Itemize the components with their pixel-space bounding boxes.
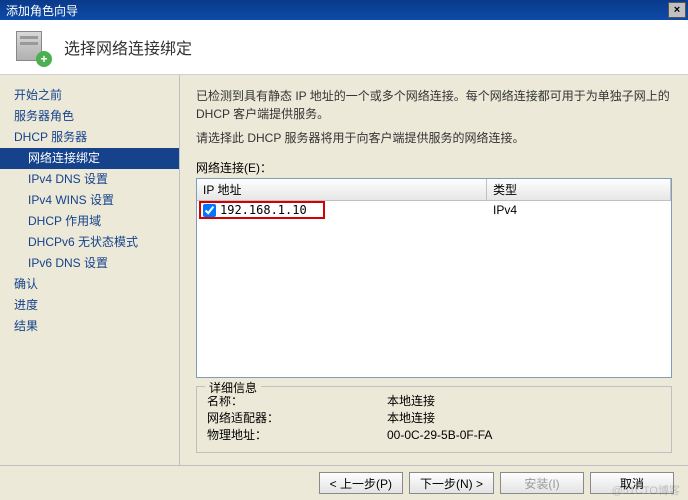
sidebar-item-11[interactable]: 结果 [0,316,179,337]
connections-grid: IP 地址 类型 192.168.1.10IPv4 [196,178,672,378]
connection-checkbox[interactable] [203,204,216,217]
details-title: 详细信息 [205,379,261,396]
install-button: 安装(I) [500,472,584,494]
sidebar-item-1[interactable]: 服务器角色 [0,106,179,127]
detail-mac-label: 物理地址： [207,427,387,444]
description-2: 请选择此 DHCP 服务器将用于向客户端提供服务的网络连接。 [196,129,672,147]
prev-button[interactable]: < 上一步(P) [319,472,403,494]
sidebar-item-5[interactable]: IPv4 WINS 设置 [0,190,179,211]
sidebar-item-3[interactable]: 网络连接绑定 [0,148,179,169]
details-panel: 详细信息 名称： 本地连接 网络适配器： 本地连接 物理地址： 00-0C-29… [196,386,672,453]
description-1: 已检测到具有静态 IP 地址的一个或多个网络连接。每个网络连接都可用于为单独子网… [196,87,672,123]
sidebar-item-9[interactable]: 确认 [0,274,179,295]
page-title: 选择网络连接绑定 [64,35,192,59]
grid-body: 192.168.1.10IPv4 [197,201,671,377]
header-panel: + 选择网络连接绑定 [0,20,688,75]
next-button[interactable]: 下一步(N) > [409,472,494,494]
grid-cell-type: IPv4 [487,202,671,218]
main: 开始之前服务器角色DHCP 服务器网络连接绑定IPv4 DNS 设置IPv4 W… [0,75,688,465]
wizard-icon: + [12,27,52,67]
sidebar-item-6[interactable]: DHCP 作用域 [0,211,179,232]
sidebar-item-8[interactable]: IPv6 DNS 设置 [0,253,179,274]
detail-adapter-value: 本地连接 [387,410,435,427]
sidebar: 开始之前服务器角色DHCP 服务器网络连接绑定IPv4 DNS 设置IPv4 W… [0,75,180,465]
sidebar-item-0[interactable]: 开始之前 [0,85,179,106]
window-titlebar: 添加角色向导 × [0,0,688,20]
connections-label: 网络连接(E)： [196,159,672,176]
window-title: 添加角色向导 [6,2,78,19]
detail-mac-value: 00-0C-29-5B-0F-FA [387,427,492,444]
grid-row[interactable]: 192.168.1.10IPv4 [197,201,671,219]
grid-header-ip[interactable]: IP 地址 [197,179,487,200]
grid-header: IP 地址 类型 [197,179,671,201]
cancel-button[interactable]: 取消 [590,472,674,494]
content: 已检测到具有静态 IP 地址的一个或多个网络连接。每个网络连接都可用于为单独子网… [180,75,688,465]
sidebar-item-4[interactable]: IPv4 DNS 设置 [0,169,179,190]
detail-name-value: 本地连接 [387,393,435,410]
window-close-button[interactable]: × [668,2,686,18]
sidebar-item-7[interactable]: DHCPv6 无状态模式 [0,232,179,253]
button-bar: < 上一步(P) 下一步(N) > 安装(I) 取消 [0,465,688,500]
detail-adapter-label: 网络适配器： [207,410,387,427]
sidebar-item-10[interactable]: 进度 [0,295,179,316]
grid-cell-ip: 192.168.1.10 [197,202,487,218]
sidebar-item-2[interactable]: DHCP 服务器 [0,127,179,148]
grid-header-type[interactable]: 类型 [487,179,671,200]
